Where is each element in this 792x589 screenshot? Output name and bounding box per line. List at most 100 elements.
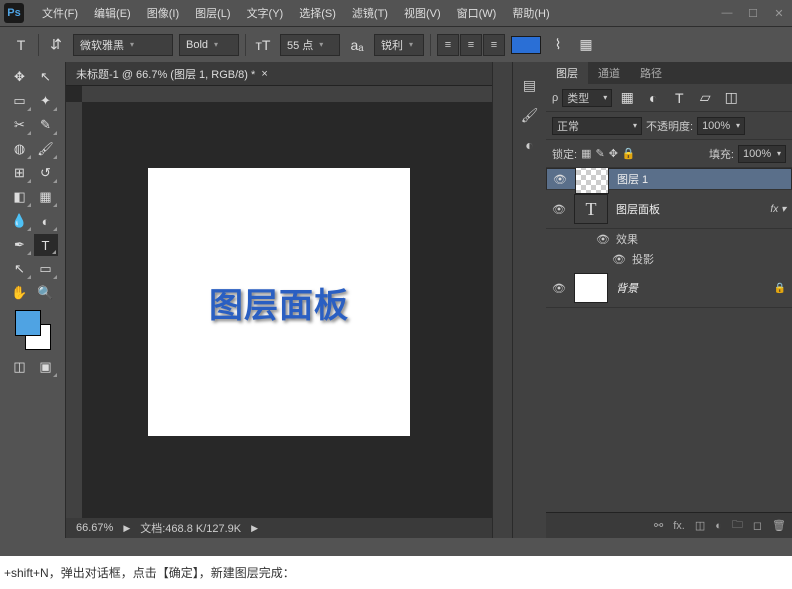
hand-tool[interactable]: ✋ <box>8 282 32 304</box>
gradient-tool[interactable]: ▦ <box>34 186 58 208</box>
color-swatches[interactable] <box>11 310 55 350</box>
foreground-color[interactable] <box>15 310 41 336</box>
tab-layers[interactable]: 图层 <box>546 62 588 84</box>
warp-text-icon[interactable]: ⌇ <box>547 34 569 56</box>
layer-row[interactable]: 👁 图层 1 <box>546 168 792 190</box>
layers-panel: 图层 通道 路径 ρ 类型▾ ▦ ◐ T ▱ ◫ 正常▾ 不透明度: 100%▾… <box>546 62 792 538</box>
swatches-panel-icon[interactable]: ◐ <box>521 136 539 154</box>
layer-kind-select[interactable]: 类型▾ <box>562 89 612 107</box>
layer-shadow-row[interactable]: 👁投影 <box>546 249 792 269</box>
tab-paths[interactable]: 路径 <box>630 62 672 84</box>
filter-pixel-icon[interactable]: ▦ <box>616 87 638 109</box>
canvas-viewport[interactable]: 图层面板 <box>66 86 492 518</box>
align-center-icon[interactable]: ≡ <box>460 34 482 56</box>
wand-tool[interactable]: ✦ <box>34 90 58 112</box>
font-size-select[interactable]: 55 点▾ <box>280 34 340 56</box>
layer-name[interactable]: 图层面板 <box>616 201 762 217</box>
pen-tool[interactable]: ✒ <box>8 234 32 256</box>
layer-name[interactable]: 背景 <box>616 280 766 296</box>
menu-help[interactable]: 帮助(H) <box>504 5 557 21</box>
menu-edit[interactable]: 编辑(E) <box>86 5 139 21</box>
filter-shape-icon[interactable]: ▱ <box>694 87 716 109</box>
menu-bar: Ps 文件(F) 编辑(E) 图像(I) 图层(L) 文字(Y) 选择(S) 滤… <box>0 0 792 26</box>
minimize-icon[interactable]: — <box>714 7 740 20</box>
char-panel-icon[interactable]: ▦ <box>575 34 597 56</box>
mask-icon[interactable]: ◫ <box>695 519 705 532</box>
antialias-select[interactable]: 锐利▾ <box>374 34 424 56</box>
marquee-tool[interactable]: ▭ <box>8 90 32 112</box>
dodge-tool[interactable]: ◐ <box>34 210 58 232</box>
maximize-icon[interactable]: ☐ <box>740 7 766 20</box>
path-tool[interactable]: ↖ <box>8 258 32 280</box>
opacity-input[interactable]: 100%▾ <box>697 117 745 135</box>
document-tab[interactable]: 未标题-1 @ 66.7% (图层 1, RGB/8) * × <box>66 62 492 86</box>
menu-file[interactable]: 文件(F) <box>34 5 86 21</box>
layer-effects-row[interactable]: 👁效果 <box>546 229 792 249</box>
heal-tool[interactable]: ◍ <box>8 138 32 160</box>
zoom-tool[interactable]: 🔍 <box>34 282 58 304</box>
visibility-icon[interactable]: 👁 <box>553 173 567 186</box>
canvas-text-layer[interactable]: 图层面板 <box>209 278 349 327</box>
fx-badge[interactable]: fx ▾ <box>770 204 786 215</box>
brush-tool[interactable]: 🖌 <box>34 138 58 160</box>
close-icon[interactable]: ✕ <box>766 7 792 20</box>
layer-thumb[interactable]: T <box>574 194 608 224</box>
history-brush-tool[interactable]: ↺ <box>34 162 58 184</box>
layer-row[interactable]: 👁 背景 🔒 <box>546 269 792 308</box>
screenmode-icon[interactable]: ▣ <box>34 356 58 378</box>
menu-view[interactable]: 视图(V) <box>396 5 449 21</box>
shape-tool[interactable]: ▭ <box>34 258 58 280</box>
menu-window[interactable]: 窗口(W) <box>449 5 505 21</box>
filter-smart-icon[interactable]: ◫ <box>720 87 742 109</box>
group-icon[interactable]: 🗀 <box>732 516 743 535</box>
visibility-icon[interactable]: 👁 <box>552 203 566 216</box>
eraser-tool[interactable]: ◧ <box>8 186 32 208</box>
type-tool[interactable]: T <box>34 234 58 256</box>
menu-type[interactable]: 文字(Y) <box>239 5 292 21</box>
fill-input[interactable]: 100%▾ <box>738 145 786 163</box>
align-right-icon[interactable]: ≡ <box>483 34 505 56</box>
lock-all-icon[interactable]: 🔒 <box>622 147 636 160</box>
menu-layer[interactable]: 图层(L) <box>187 5 238 21</box>
lock-paint-icon[interactable]: ✎ <box>595 147 604 160</box>
fx-icon[interactable]: fx. <box>673 520 685 532</box>
visibility-icon[interactable]: 👁 <box>552 282 566 295</box>
text-orientation-icon[interactable]: ⇵ <box>45 34 67 56</box>
eyedropper-tool[interactable]: ✎ <box>34 114 58 136</box>
options-bar: T ⇵ 微软雅黑▾ Bold▾ тT 55 点▾ aₐ 锐利▾ ≡ ≡ ≡ ⌇ … <box>0 26 792 62</box>
quickmask-icon[interactable]: ◫ <box>8 356 32 378</box>
new-layer-icon[interactable]: ◻ <box>753 519 762 532</box>
arrow-tool[interactable]: ↖ <box>34 66 58 88</box>
menu-image[interactable]: 图像(I) <box>139 5 187 21</box>
layer-name[interactable]: 图层 1 <box>617 171 785 187</box>
layer-thumb[interactable] <box>575 168 609 194</box>
crop-tool[interactable]: ✂ <box>8 114 32 136</box>
zoom-level[interactable]: 66.67% <box>76 522 113 534</box>
font-weight-select[interactable]: Bold▾ <box>179 34 239 56</box>
move-tool[interactable]: ✥ <box>8 66 32 88</box>
text-color-swatch[interactable] <box>511 36 541 54</box>
aa-icon: aₐ <box>346 34 368 56</box>
lock-trans-icon[interactable]: ▦ <box>581 147 591 160</box>
menu-filter[interactable]: 滤镜(T) <box>344 5 396 21</box>
scrollbar-right[interactable] <box>492 62 512 538</box>
menu-select[interactable]: 选择(S) <box>291 5 344 21</box>
stamp-tool[interactable]: ⊞ <box>8 162 32 184</box>
tab-channels[interactable]: 通道 <box>588 62 630 84</box>
blur-tool[interactable]: 💧 <box>8 210 32 232</box>
history-panel-icon[interactable]: ▤ <box>521 76 539 94</box>
font-family-select[interactable]: 微软雅黑▾ <box>73 34 173 56</box>
adjust-icon[interactable]: ◐ <box>715 520 722 532</box>
layer-thumb[interactable] <box>574 273 608 303</box>
layers-panel-footer: ⚯ fx. ◫ ◐ 🗀 ◻ 🗑 <box>546 512 792 538</box>
link-layers-icon[interactable]: ⚯ <box>654 519 663 532</box>
align-left-icon[interactable]: ≡ <box>437 34 459 56</box>
trash-icon[interactable]: 🗑 <box>772 519 786 532</box>
lock-pos-icon[interactable]: ✥ <box>609 147 618 160</box>
blend-mode-select[interactable]: 正常▾ <box>552 117 642 135</box>
filter-type-icon[interactable]: T <box>668 87 690 109</box>
filter-adjust-icon[interactable]: ◐ <box>642 87 664 109</box>
layer-row[interactable]: 👁 T 图层面板 fx ▾ <box>546 190 792 229</box>
canvas[interactable]: 图层面板 <box>148 168 410 436</box>
brush-panel-icon[interactable]: 🖌 <box>521 106 539 124</box>
